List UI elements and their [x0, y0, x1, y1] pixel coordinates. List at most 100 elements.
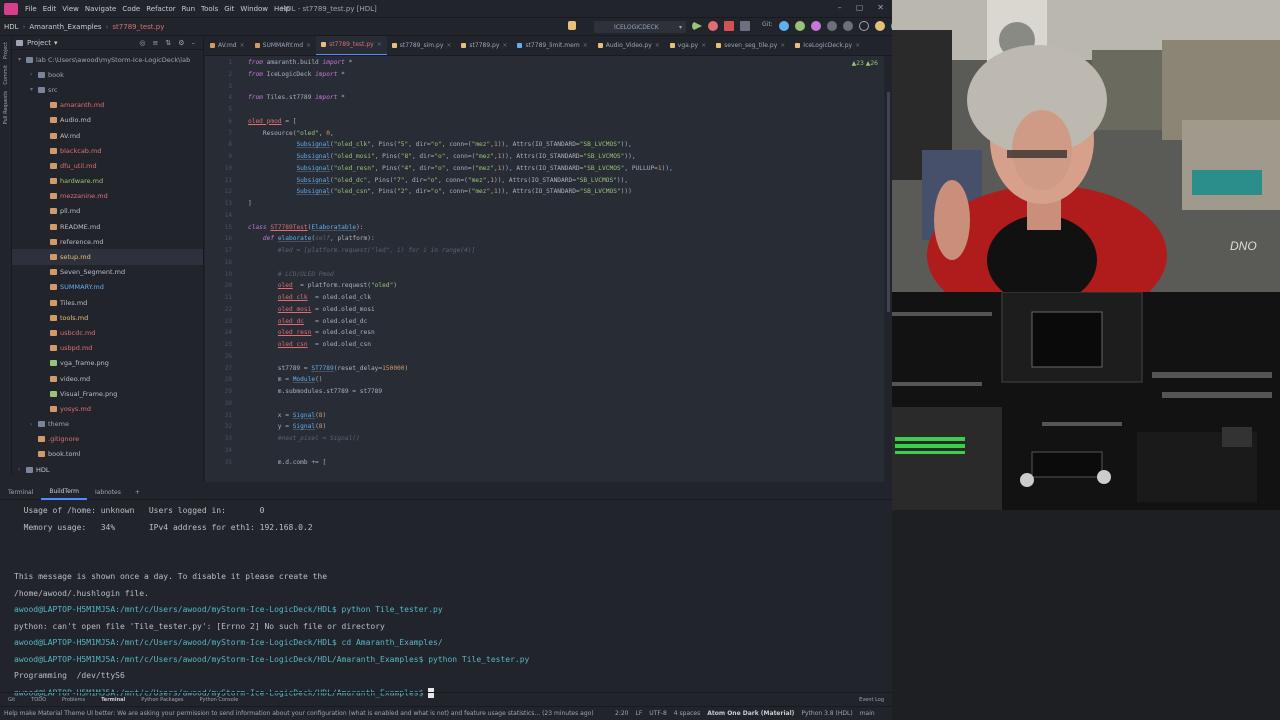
tree-item[interactable]: reference.md	[12, 234, 203, 249]
tree-item[interactable]: AV.md	[12, 128, 203, 143]
run-icon[interactable]	[692, 21, 702, 31]
editor-tab[interactable]: vga.py ×	[665, 36, 711, 55]
close-tab-icon[interactable]: ×	[502, 42, 507, 49]
breadcrumb-file[interactable]: st7789_test.py	[108, 23, 168, 31]
tool-window-git[interactable]: Git	[0, 697, 23, 703]
tree-item[interactable]: vga_frame.png	[12, 356, 203, 371]
code-line[interactable]: Subsignal("oled_clk", Pins("5", dir="o",…	[248, 141, 631, 148]
status-message[interactable]: Help make Material Theme UI better: We a…	[0, 710, 615, 717]
tool-window-terminal[interactable]: Terminal	[93, 697, 133, 703]
tree-item[interactable]: yosys.md	[12, 401, 203, 416]
commit-tool-button[interactable]: Commit	[3, 65, 9, 85]
code-line[interactable]: # LCD/OLED Pmod	[248, 271, 334, 278]
code-line[interactable]: #led = [platform.request("led", i) for i…	[248, 247, 475, 254]
git-commit-icon[interactable]	[794, 21, 805, 31]
expand-arrow-icon[interactable]: ›	[18, 466, 26, 473]
build-hammer-icon[interactable]	[568, 21, 576, 30]
code-area[interactable]: from amaranth.build import * from IceLogi…	[248, 56, 878, 482]
expand-arrow-icon[interactable]: ›	[30, 421, 38, 428]
tree-item[interactable]: usbcdc.md	[12, 325, 203, 340]
tree-item[interactable]: pll.md	[12, 204, 203, 219]
expand-arrow-icon[interactable]: ▾	[18, 56, 26, 63]
debug-icon[interactable]	[708, 21, 718, 31]
expand-arrow-icon[interactable]: ▾	[30, 86, 38, 93]
tree-item[interactable]: Audio.md	[12, 113, 203, 128]
close-tab-icon[interactable]: ×	[240, 42, 245, 49]
editor-tab[interactable]: Audio_Video.py ×	[593, 36, 665, 55]
python-interpreter[interactable]: Python 3.8 (HDL)	[801, 710, 852, 717]
tree-item[interactable]: video.md	[12, 371, 203, 386]
editor-tab[interactable]: st7789_test.py ×	[316, 36, 387, 55]
close-tab-icon[interactable]: ×	[655, 42, 660, 49]
menu-refactor[interactable]: Refactor	[143, 5, 178, 13]
code-line[interactable]: oled_pmod = [	[248, 118, 296, 125]
menu-file[interactable]: File	[22, 5, 40, 13]
close-icon[interactable]: ✕	[877, 3, 884, 12]
tree-item[interactable]: Seven_Segment.md	[12, 265, 203, 280]
menu-view[interactable]: View	[59, 5, 82, 13]
inspection-widget[interactable]: ▲23 ▲26	[852, 60, 878, 67]
menu-edit[interactable]: Edit	[40, 5, 60, 13]
new-terminal-icon[interactable]: +	[129, 489, 146, 496]
line-separator[interactable]: LF	[635, 710, 642, 717]
tool-window-todo[interactable]: TODO	[23, 697, 54, 703]
close-tab-icon[interactable]: ×	[377, 41, 382, 48]
tool-window-python-console[interactable]: Python Console	[192, 697, 247, 703]
menu-navigate[interactable]: Navigate	[82, 5, 119, 13]
editor-tab[interactable]: seven_seg_tile.py ×	[711, 36, 790, 55]
tree-item[interactable]: dfu_util.md	[12, 158, 203, 173]
code-line[interactable]: oled = platform.request("oled")	[248, 282, 397, 289]
close-tab-icon[interactable]: ×	[446, 42, 451, 49]
project-title[interactable]: Project	[27, 39, 51, 47]
close-tab-icon[interactable]: ×	[855, 42, 860, 49]
breadcrumb-project[interactable]: HDL	[0, 23, 23, 31]
code-line[interactable]: Subsignal("oled_mosi", Pins("8", dir="o"…	[248, 153, 635, 160]
expand-icon[interactable]: ⇅	[165, 39, 171, 47]
tree-item[interactable]: › book	[12, 67, 203, 82]
stop-icon[interactable]	[724, 21, 734, 31]
tool-window-python-packages[interactable]: Python Packages	[133, 697, 191, 703]
code-line[interactable]: def elaborate(self, platform):	[248, 235, 375, 242]
terminal-tab[interactable]: BuildTerm	[41, 486, 87, 500]
code-line[interactable]: oled_mosi = oled.oled_mosi	[248, 306, 375, 313]
code-line[interactable]: oled_resn = oled.oled_resn	[248, 329, 375, 336]
hide-icon[interactable]: –	[192, 39, 196, 47]
code-line[interactable]: m.d.comb += [	[248, 459, 326, 466]
tree-item[interactable]: blackcab.md	[12, 143, 203, 158]
rollback-icon[interactable]	[842, 21, 853, 31]
tree-item[interactable]: Visual_Frame.png	[12, 386, 203, 401]
tree-item[interactable]: Tiles.md	[12, 295, 203, 310]
close-tab-icon[interactable]: ×	[583, 42, 588, 49]
code-line[interactable]: y = Signal(8)	[248, 423, 326, 430]
terminal-tab[interactable]: Terminal	[0, 486, 41, 500]
tool-window-problems[interactable]: Problems	[54, 697, 93, 703]
run-configuration-select[interactable]: ICELOGICDECK ▾	[594, 21, 686, 33]
close-tab-icon[interactable]: ×	[701, 42, 706, 49]
editor-scrollbar[interactable]	[884, 56, 892, 482]
locate-icon[interactable]: ◎	[139, 39, 145, 47]
git-branch[interactable]: main	[860, 710, 875, 717]
expand-arrow-icon[interactable]: ›	[30, 71, 38, 78]
code-line[interactable]: m.submodules.st7789 = st7789	[248, 388, 382, 395]
close-tab-icon[interactable]: ×	[306, 42, 311, 49]
tree-item[interactable]: mezzanine.md	[12, 189, 203, 204]
tree-item[interactable]: SUMMARY.md	[12, 280, 203, 295]
code-line[interactable]: Resource("oled", 0,	[248, 130, 334, 137]
code-line[interactable]: #next_pixel = Signal()	[248, 435, 360, 442]
editor-tab[interactable]: st7789_sim.py ×	[387, 36, 457, 55]
editor-tab[interactable]: AV.md ×	[205, 36, 250, 55]
editor-tab[interactable]: st7789_limit.mem ×	[512, 36, 592, 55]
menu-run[interactable]: Run	[179, 5, 198, 13]
tree-item[interactable]: book.toml	[12, 447, 203, 462]
tree-item[interactable]: › HDL	[12, 462, 203, 477]
pause-icon[interactable]	[740, 21, 750, 31]
code-line[interactable]: Subsignal("oled_csn", Pins("2", dir="o",…	[248, 188, 631, 195]
tree-item[interactable]: › theme	[12, 417, 203, 432]
history-icon[interactable]	[826, 21, 837, 31]
code-line[interactable]: Subsignal("oled_dc", Pins("7", dir="o", …	[248, 177, 628, 184]
file-encoding[interactable]: UTF-8	[649, 710, 667, 717]
tree-item[interactable]: .gitignore	[12, 432, 203, 447]
git-push-icon[interactable]	[810, 21, 821, 31]
code-line[interactable]: ]	[248, 200, 252, 207]
code-line[interactable]: oled_dc = oled.oled_dc	[248, 318, 367, 325]
